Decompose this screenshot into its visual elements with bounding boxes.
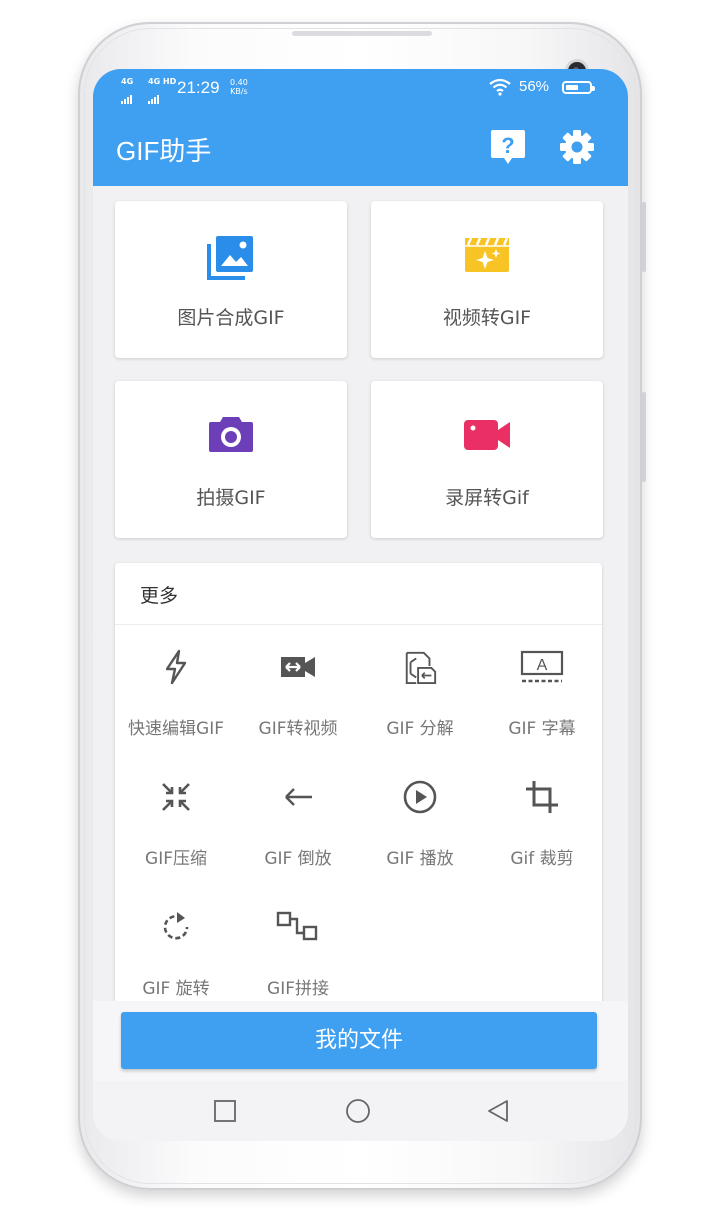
camera-icon bbox=[209, 417, 253, 452]
network-speed-value: 0.40 bbox=[230, 78, 248, 87]
network-speed: 0.40 KB/s bbox=[230, 78, 248, 96]
join-icon bbox=[276, 911, 318, 941]
battery-fill bbox=[566, 85, 579, 90]
app-title: GIF助手 bbox=[116, 136, 212, 166]
subtitle-icon: A bbox=[520, 650, 564, 683]
gear-icon[interactable] bbox=[559, 129, 595, 165]
tool-label: GIF转视频 bbox=[258, 719, 338, 739]
battery-icon bbox=[562, 81, 595, 94]
tool-label: GIF 播放 bbox=[386, 849, 454, 869]
split-icon bbox=[405, 651, 437, 685]
more-tools-card: 更多 快速编辑GIF GIF转视频 GIF 分解 A GIF 字幕 GIF压缩 … bbox=[115, 563, 602, 1013]
circle-icon[interactable] bbox=[345, 1098, 371, 1124]
tool-label: GIF拼接 bbox=[267, 979, 329, 999]
tool-gif-reverse[interactable]: GIF 倒放 bbox=[237, 755, 359, 875]
signal-icon bbox=[148, 85, 160, 104]
tool-gif-join[interactable]: GIF拼接 bbox=[237, 885, 359, 1005]
images-icon bbox=[207, 236, 253, 280]
rotate-icon bbox=[163, 912, 189, 940]
tile-label: 图片合成GIF bbox=[177, 307, 285, 329]
tool-gif-play[interactable]: GIF 播放 bbox=[359, 755, 481, 875]
tile-video-to-gif[interactable]: 视频转GIF bbox=[371, 201, 603, 358]
svg-text:?: ? bbox=[501, 133, 514, 158]
my-files-button[interactable]: 我的文件 bbox=[121, 1012, 597, 1069]
tool-gif-subtitle[interactable]: A GIF 字幕 bbox=[481, 625, 602, 745]
app-bar: GIF助手 ? bbox=[93, 107, 628, 186]
signal-icon bbox=[121, 85, 133, 104]
triangle-back-icon[interactable] bbox=[485, 1098, 511, 1124]
tile-label: 视频转GIF bbox=[442, 307, 532, 329]
tool-gif-rotate[interactable]: GIF 旋转 bbox=[115, 885, 237, 1005]
tile-images-to-gif[interactable]: 图片合成GIF bbox=[115, 201, 347, 358]
tile-screen-record-to-gif[interactable]: 录屏转Gif bbox=[371, 381, 603, 538]
tool-label: GIF 旋转 bbox=[142, 979, 210, 999]
tile-shoot-gif[interactable]: 拍摄GIF bbox=[115, 381, 347, 538]
movie-clapper-icon bbox=[465, 237, 509, 272]
flash-icon bbox=[165, 649, 187, 685]
tool-gif-crop[interactable]: Gif 裁剪 bbox=[481, 755, 602, 875]
phone-speaker bbox=[292, 31, 432, 36]
tool-gif-to-video[interactable]: GIF转视频 bbox=[237, 625, 359, 745]
tool-label: GIF 字幕 bbox=[508, 719, 576, 739]
tool-label: GIF 倒放 bbox=[264, 849, 332, 869]
play-icon bbox=[403, 780, 437, 814]
video-camera-icon bbox=[464, 420, 510, 450]
wifi-icon bbox=[489, 78, 511, 96]
tool-label: GIF 分解 bbox=[386, 719, 454, 739]
tile-label: 拍摄GIF bbox=[196, 487, 266, 509]
square-icon[interactable] bbox=[212, 1098, 238, 1124]
video-convert-icon bbox=[281, 657, 315, 677]
tile-label: 录屏转Gif bbox=[445, 487, 529, 509]
clock: 21:29 bbox=[177, 78, 220, 97]
network-speed-unit: KB/s bbox=[230, 87, 248, 96]
tool-label: 快速编辑GIF bbox=[128, 719, 224, 739]
navigation-bar bbox=[93, 1081, 628, 1141]
help-icon[interactable]: ? bbox=[490, 128, 526, 166]
tool-quick-edit-gif[interactable]: 快速编辑GIF bbox=[115, 625, 237, 745]
svg-text:A: A bbox=[537, 657, 548, 674]
battery-percent: 56% bbox=[519, 78, 550, 95]
app-screen: 4G 4G HD 21:29 0.40 KB/s 56% GIF助手 ? 图片合… bbox=[93, 69, 628, 1141]
crop-icon bbox=[526, 781, 558, 813]
tool-label: GIF压缩 bbox=[145, 849, 207, 869]
status-bar: 4G 4G HD 21:29 0.40 KB/s 56% bbox=[93, 69, 628, 107]
phone-volume-button bbox=[642, 202, 646, 272]
compress-icon bbox=[162, 783, 190, 811]
arrow-left-icon bbox=[285, 788, 312, 806]
more-title: 更多 bbox=[140, 585, 179, 607]
tool-gif-split[interactable]: GIF 分解 bbox=[359, 625, 481, 745]
phone-power-button bbox=[642, 392, 646, 482]
tool-gif-compress[interactable]: GIF压缩 bbox=[115, 755, 237, 875]
tool-label: Gif 裁剪 bbox=[510, 849, 574, 869]
